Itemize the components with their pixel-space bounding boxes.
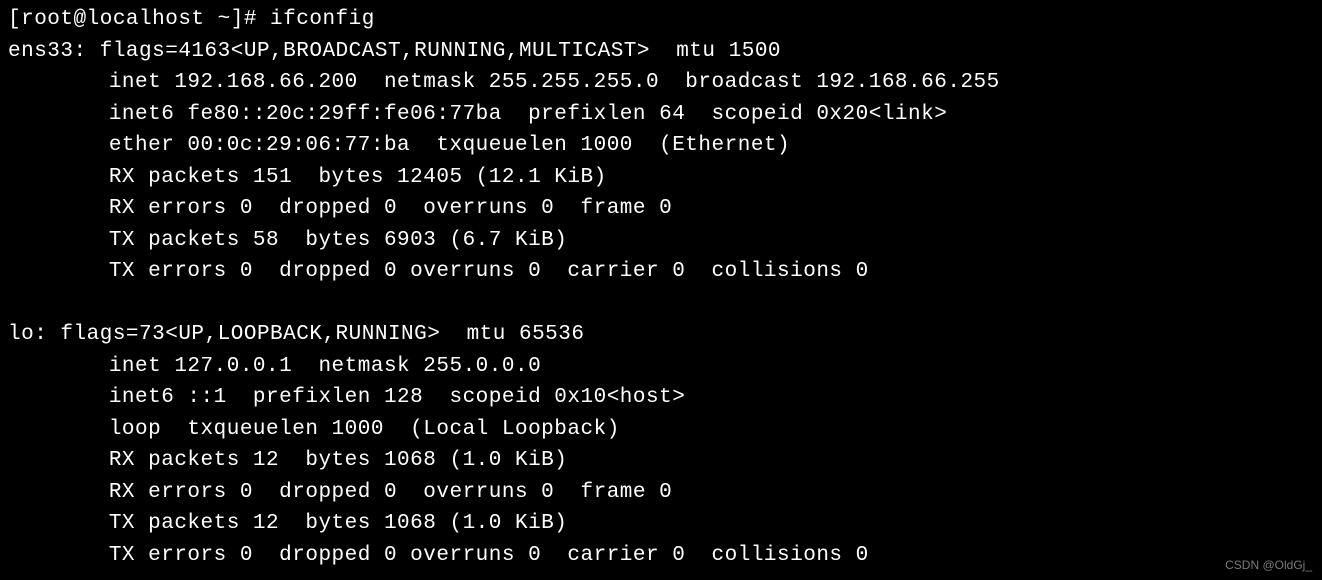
blank-line [8,288,1314,320]
interface-lo-inet: inet 127.0.0.1 netmask 255.0.0.0 [8,351,1314,383]
interface-ens33-tx-errors: TX errors 0 dropped 0 overruns 0 carrier… [8,256,1314,288]
interface-ens33-header: ens33: flags=4163<UP,BROADCAST,RUNNING,M… [8,36,1314,68]
interface-ens33-inet6: inet6 fe80::20c:29ff:fe06:77ba prefixlen… [8,99,1314,131]
interface-lo-loop: loop txqueuelen 1000 (Local Loopback) [8,414,1314,446]
interface-ens33-ether: ether 00:0c:29:06:77:ba txqueuelen 1000 … [8,130,1314,162]
interface-lo-tx-errors: TX errors 0 dropped 0 overruns 0 carrier… [8,540,1314,572]
interface-lo-header: lo: flags=73<UP,LOOPBACK,RUNNING> mtu 65… [8,319,1314,351]
interface-ens33-rx-packets: RX packets 151 bytes 12405 (12.1 KiB) [8,162,1314,194]
interface-lo-rx-errors: RX errors 0 dropped 0 overruns 0 frame 0 [8,477,1314,509]
command-prompt[interactable]: [root@localhost ~]# ifconfig [8,4,1314,36]
interface-lo-inet6: inet6 ::1 prefixlen 128 scopeid 0x10<hos… [8,382,1314,414]
interface-lo-tx-packets: TX packets 12 bytes 1068 (1.0 KiB) [8,508,1314,540]
interface-ens33-inet: inet 192.168.66.200 netmask 255.255.255.… [8,67,1314,99]
interface-ens33-tx-packets: TX packets 58 bytes 6903 (6.7 KiB) [8,225,1314,257]
watermark-text: CSDN @OldGj_ [1225,556,1312,574]
interface-ens33-rx-errors: RX errors 0 dropped 0 overruns 0 frame 0 [8,193,1314,225]
interface-lo-rx-packets: RX packets 12 bytes 1068 (1.0 KiB) [8,445,1314,477]
